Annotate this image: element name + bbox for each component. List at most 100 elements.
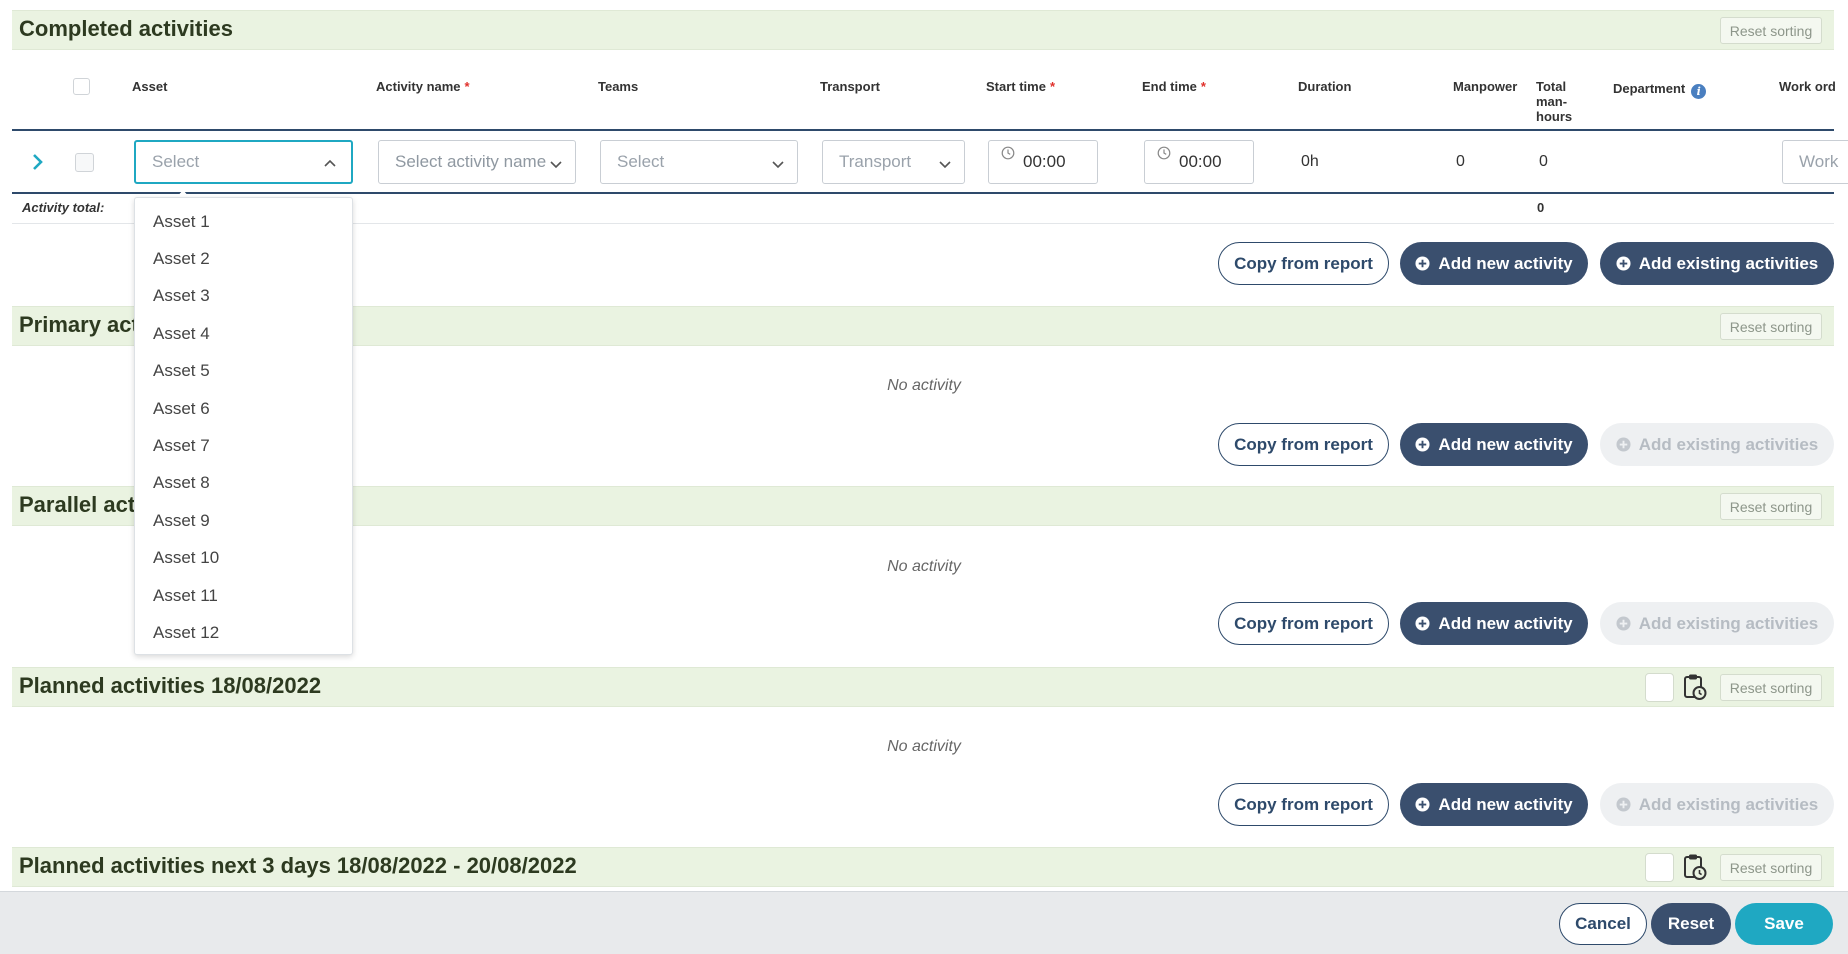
add-new-activity-label: Add new activity — [1438, 434, 1573, 454]
select-all-checkbox[interactable] — [73, 78, 90, 95]
info-icon[interactable]: i — [1691, 84, 1707, 99]
section-checkbox[interactable] — [1645, 853, 1674, 882]
dropdown-option[interactable]: Asset 5 — [135, 353, 352, 390]
chevron-up-icon — [323, 156, 337, 170]
add-new-activity-label: Add new activity — [1438, 613, 1573, 633]
clock-icon — [1001, 145, 1015, 160]
footer-bar: Cancel Reset Save — [0, 891, 1848, 954]
col-duration[interactable]: Duration — [1298, 79, 1351, 94]
copy-from-report-button[interactable]: Copy from report — [1218, 423, 1389, 466]
section-header-planned-next: Planned activities next 3 days 18/08/202… — [12, 847, 1834, 887]
end-time-value: 00:00 — [1179, 152, 1222, 171]
clock-icon — [1157, 145, 1171, 160]
activity-name-select[interactable]: Select activity name — [378, 140, 576, 184]
col-teams[interactable]: Teams — [598, 79, 638, 94]
copy-from-report-button[interactable]: Copy from report — [1218, 602, 1389, 645]
work-order-placeholder: Work — [1799, 152, 1839, 171]
col-start-time-label: Start time — [986, 79, 1046, 94]
plus-circle-icon — [1415, 616, 1430, 631]
activity-name-placeholder: Select activity name — [395, 152, 547, 171]
plus-circle-icon — [1616, 797, 1631, 812]
duration-value: 0h — [1301, 153, 1319, 170]
clipboard-clock-icon[interactable] — [1683, 673, 1707, 701]
dropdown-option[interactable]: Asset 10 — [135, 540, 352, 577]
col-department-label: Department — [1613, 81, 1686, 96]
add-new-activity-button[interactable]: Add new activity — [1400, 423, 1588, 466]
col-activity-name-label: Activity name — [376, 79, 461, 94]
work-order-input[interactable]: Work — [1782, 140, 1848, 184]
asset-select-placeholder: Select — [152, 152, 200, 171]
section-checkbox[interactable] — [1645, 673, 1674, 702]
end-time-input[interactable]: 00:00 — [1144, 140, 1254, 184]
asset-select[interactable]: Select — [134, 140, 353, 184]
section-header-completed: Completed activities Reset sorting — [12, 10, 1834, 50]
col-activity-name[interactable]: Activity name * — [376, 79, 470, 94]
plus-circle-icon — [1415, 797, 1430, 812]
add-new-activity-button[interactable]: Add new activity — [1400, 783, 1588, 826]
dropdown-option[interactable]: Asset 4 — [135, 315, 352, 352]
dropdown-option[interactable]: Asset 3 — [135, 278, 352, 315]
section-title: Completed activities — [19, 16, 233, 41]
col-end-time[interactable]: End time * — [1142, 79, 1206, 94]
start-time-value: 00:00 — [1023, 152, 1066, 171]
dropdown-option[interactable]: Asset 1 — [135, 203, 352, 240]
dropdown-option[interactable]: Asset 11 — [135, 577, 352, 614]
col-asset[interactable]: Asset — [132, 79, 167, 94]
col-end-time-label: End time — [1142, 79, 1197, 94]
add-new-activity-button[interactable]: Add new activity — [1400, 242, 1588, 285]
add-existing-activities-button[interactable]: Add existing activities — [1600, 242, 1834, 285]
row-bottom-divider — [12, 192, 1834, 194]
required-mark: * — [1049, 79, 1056, 94]
transport-select[interactable]: Transport — [822, 140, 965, 184]
add-new-activity-label: Add new activity — [1438, 253, 1573, 273]
section-title: Parallel acti — [19, 492, 142, 517]
add-existing-activities-label: Add existing activities — [1638, 794, 1819, 814]
add-existing-activities-button[interactable]: Add existing activities — [1600, 423, 1834, 466]
start-time-input[interactable]: 00:00 — [988, 140, 1098, 184]
col-total-line2: man- — [1536, 94, 1568, 109]
plus-circle-icon — [1415, 256, 1430, 271]
reset-sorting-button[interactable]: Reset sorting — [1720, 854, 1822, 881]
reset-sorting-button[interactable]: Reset sorting — [1720, 313, 1822, 340]
clipboard-clock-icon[interactable] — [1683, 853, 1707, 881]
required-mark: * — [1200, 79, 1206, 94]
expand-row-chevron-icon[interactable] — [30, 152, 46, 172]
col-work-order[interactable]: Work ord — [1779, 79, 1836, 94]
teams-select[interactable]: Select — [600, 140, 798, 184]
teams-select-placeholder: Select — [617, 152, 665, 171]
required-mark: * — [464, 79, 470, 94]
dropdown-option[interactable]: Asset 9 — [135, 502, 352, 539]
transport-placeholder: Transport — [839, 152, 912, 171]
col-total-manhours[interactable]: Total man- hours — [1536, 79, 1572, 124]
manpower-value: 0 — [1456, 153, 1465, 170]
col-transport[interactable]: Transport — [820, 79, 880, 94]
copy-from-report-button[interactable]: Copy from report — [1218, 242, 1389, 285]
col-total-line1: Total — [1536, 79, 1567, 94]
copy-from-report-button[interactable]: Copy from report — [1218, 783, 1389, 826]
section-title: Planned activities 18/08/2022 — [19, 673, 322, 698]
reset-button[interactable]: Reset — [1651, 903, 1731, 945]
dropdown-option[interactable]: Asset 6 — [135, 390, 352, 427]
section-title: Planned activities next 3 days 18/08/202… — [19, 853, 577, 878]
reset-sorting-button[interactable]: Reset sorting — [1720, 493, 1822, 520]
table-header-divider — [12, 129, 1834, 131]
reset-sorting-button[interactable]: Reset sorting — [1720, 674, 1822, 701]
add-existing-activities-button[interactable]: Add existing activities — [1600, 783, 1834, 826]
activity-total-label: Activity total: — [22, 200, 105, 215]
col-start-time[interactable]: Start time * — [986, 79, 1055, 94]
col-total-line3: hours — [1536, 109, 1573, 124]
add-existing-activities-button[interactable]: Add existing activities — [1600, 602, 1834, 645]
plus-circle-icon — [1616, 256, 1631, 271]
dropdown-option[interactable]: Asset 2 — [135, 240, 352, 277]
row-checkbox[interactable] — [75, 153, 94, 172]
cancel-button[interactable]: Cancel — [1559, 903, 1647, 945]
reset-sorting-button[interactable]: Reset sorting — [1720, 17, 1822, 44]
dropdown-option[interactable]: Asset 8 — [135, 465, 352, 502]
col-department[interactable]: Department i — [1613, 81, 1707, 99]
save-button[interactable]: Save — [1735, 903, 1833, 945]
dropdown-option[interactable]: Asset 12 — [135, 614, 352, 651]
add-new-activity-button[interactable]: Add new activity — [1400, 602, 1588, 645]
col-manpower[interactable]: Manpower — [1453, 79, 1517, 94]
activity-total-value: 0 — [1537, 200, 1545, 215]
dropdown-option[interactable]: Asset 7 — [135, 427, 352, 464]
